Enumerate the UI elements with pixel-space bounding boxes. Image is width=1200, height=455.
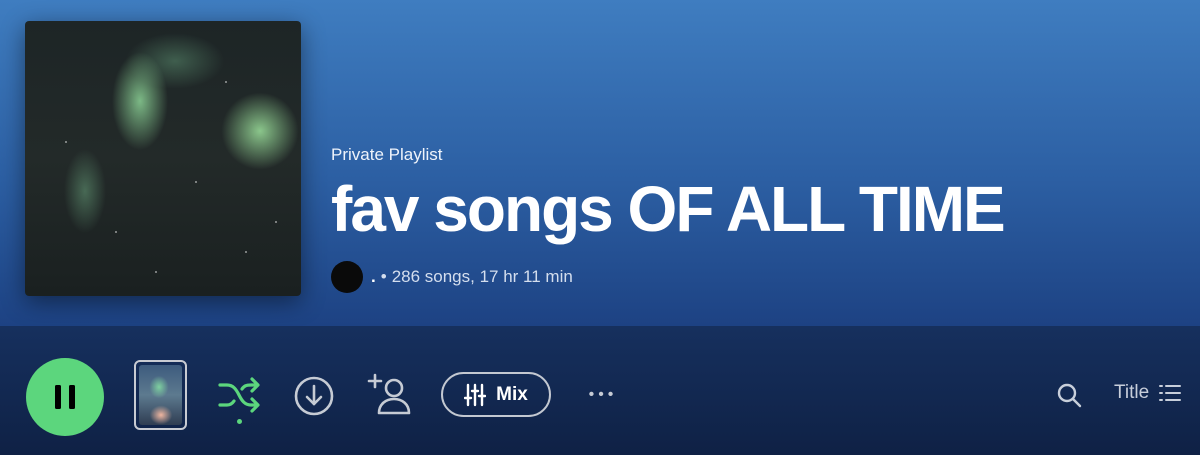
thumbnail-image <box>139 365 182 425</box>
download-button[interactable] <box>292 374 336 418</box>
sort-dropdown[interactable]: Title <box>1114 382 1182 404</box>
now-playing-thumbnail[interactable] <box>134 360 187 430</box>
playlist-header: Private Playlist fav songs OF ALL TIME .… <box>0 0 1200 326</box>
playlist-meta: Private Playlist fav songs OF ALL TIME .… <box>331 145 1006 293</box>
add-user-icon <box>367 373 411 415</box>
search-button[interactable] <box>1054 380 1084 410</box>
more-icon: ••• <box>588 386 618 403</box>
mix-label: Mix <box>496 383 528 405</box>
playlist-type-label: Private Playlist <box>331 145 443 164</box>
playlist-stats: 286 songs, 17 hr 11 min <box>391 267 573 286</box>
pause-icon <box>55 385 75 409</box>
info-separator: • <box>380 267 387 286</box>
download-icon <box>294 376 334 416</box>
shuffle-icon <box>218 377 260 413</box>
playlist-info: . • 286 songs, 17 hr 11 min <box>331 261 1004 293</box>
owner-name[interactable]: . <box>371 267 376 287</box>
pause-button[interactable] <box>26 358 104 436</box>
mix-button[interactable]: Mix <box>441 372 551 417</box>
action-bar: Mix ••• Title <box>0 326 1200 455</box>
mix-sliders-icon <box>464 383 487 406</box>
sort-label: Title <box>1114 382 1150 403</box>
more-options-button[interactable]: ••• <box>580 382 626 408</box>
playlist-cover-image[interactable] <box>25 21 301 296</box>
owner-avatar[interactable] <box>331 261 363 293</box>
list-icon <box>1159 385 1182 401</box>
shuffle-active-dot <box>236 419 242 424</box>
invite-collaborator-button[interactable] <box>364 370 414 420</box>
playlist-title[interactable]: fav songs OF ALL TIME <box>331 177 1006 241</box>
search-icon <box>1057 383 1082 408</box>
shuffle-button[interactable] <box>214 370 264 430</box>
